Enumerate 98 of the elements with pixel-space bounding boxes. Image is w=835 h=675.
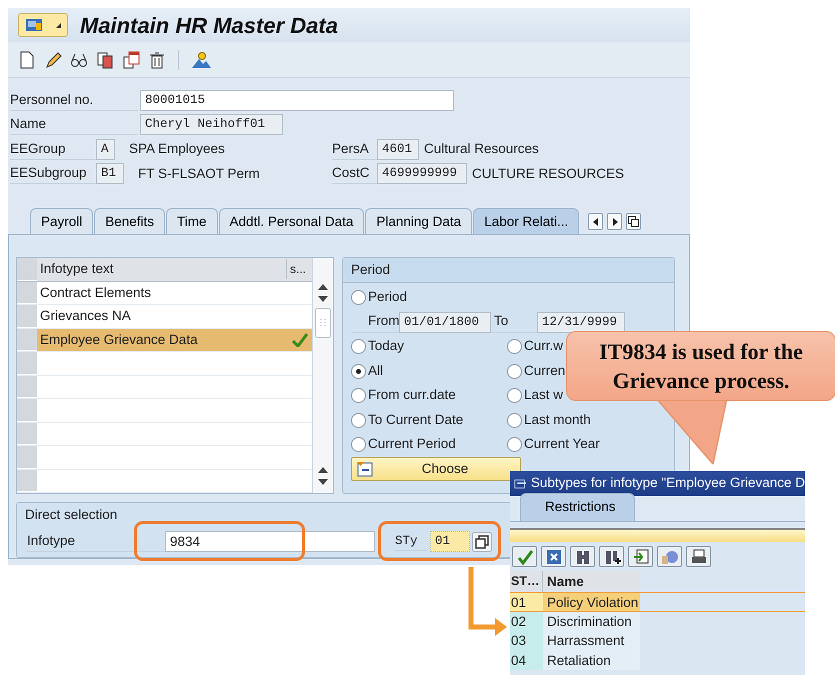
confirm-icon [516, 548, 534, 566]
menu-button[interactable] [18, 13, 68, 37]
dropdown-icon [54, 22, 62, 28]
tab[interactable]: Restrictions [520, 492, 635, 521]
calendar-icon[interactable] [122, 50, 140, 68]
field-text: FT S-FLSAOT Perm [137, 164, 261, 183]
input-field[interactable]: 01 [430, 531, 470, 552]
output-field: A [96, 138, 115, 160]
column-header[interactable]: Name [543, 571, 640, 592]
radio-button[interactable] [351, 339, 366, 354]
table-cell: 03 [510, 631, 543, 650]
output-field: Cheryl Neihoff01 [140, 114, 283, 136]
radio-label[interactable]: From curr.date [368, 385, 456, 406]
windows-icon [628, 216, 640, 227]
trash-icon[interactable] [148, 50, 166, 68]
tab[interactable]: Addtl. Personal Data [218, 208, 364, 234]
radio-button[interactable] [507, 388, 522, 403]
tab[interactable]: Planning Data [365, 208, 472, 234]
radio-label[interactable]: Current Year [524, 434, 600, 455]
copy-icon[interactable] [96, 50, 114, 68]
import-icon [632, 548, 650, 566]
scroll-up-icon[interactable] [318, 467, 328, 473]
input-field[interactable]: 9834 [165, 531, 375, 552]
window-icon [514, 476, 527, 490]
right-arrow-icon [612, 218, 618, 226]
pencil-icon[interactable] [44, 50, 62, 68]
radio-button[interactable] [351, 412, 366, 428]
tab[interactable]: Payroll [30, 208, 94, 234]
scroll-down-icon[interactable] [318, 296, 328, 302]
import-button[interactable] [628, 546, 653, 567]
date-field[interactable]: 01/01/1800 [399, 312, 491, 332]
table-cell: Discrimination [543, 612, 640, 631]
dialog-title: Subtypes for infotype "Employee Grievance D [530, 474, 805, 492]
radio-button[interactable] [507, 364, 522, 378]
column-header[interactable]: ST… [510, 571, 543, 592]
callout: IT9834 is used for the Grievance process. [566, 331, 835, 401]
scroll-up-icon[interactable] [318, 284, 328, 290]
left-arrow-icon [592, 218, 599, 226]
tab-list-button[interactable] [626, 213, 642, 230]
screen-icon [24, 17, 44, 33]
table-cell[interactable]: Grievances NA [37, 305, 287, 328]
table-cell[interactable]: Contract Elements [37, 282, 287, 304]
print-icon [690, 548, 708, 566]
field-label: Personnel no. [10, 90, 138, 111]
radio-label[interactable]: Period [368, 287, 408, 308]
table-cell: Harrassment [543, 631, 640, 650]
radio-button[interactable] [351, 388, 366, 403]
output-field: B1 [96, 163, 124, 184]
table-cell: Retaliation [543, 650, 640, 670]
field-text: CULTURE RESOURCES [471, 164, 624, 183]
new-document-icon[interactable] [18, 50, 36, 68]
radio-button[interactable] [351, 290, 366, 305]
output-field: 4601 [377, 138, 419, 160]
scroll-right-button[interactable] [607, 213, 622, 230]
radio-label[interactable]: Current Period [368, 434, 456, 455]
cancel-button[interactable] [541, 546, 566, 567]
binoculars-button[interactable] [570, 546, 595, 567]
scroll-thumb[interactable] [315, 308, 331, 338]
field-text: SPA Employees [128, 140, 226, 158]
field-text: Cultural Resources [423, 140, 539, 158]
column-header[interactable]: Infotype text [37, 259, 287, 280]
field-label: STy [395, 532, 427, 552]
filter-list-icon [356, 460, 374, 477]
radio-button[interactable] [351, 364, 366, 378]
radio-label[interactable]: Curren [524, 360, 566, 382]
radio-label[interactable]: All [368, 360, 384, 382]
radio-label[interactable]: Last w [524, 385, 564, 406]
tab[interactable]: Labor Relati... [473, 208, 580, 234]
tab[interactable]: Time [166, 208, 218, 234]
confirm-button[interactable] [512, 546, 537, 567]
field-label: Name [10, 114, 138, 136]
date-field[interactable]: 12/31/9999 [537, 312, 625, 332]
radio-button[interactable] [507, 412, 522, 428]
possible-entries-button[interactable] [472, 532, 492, 552]
radio-button[interactable] [351, 437, 366, 452]
radio-label[interactable]: Today [368, 336, 404, 357]
column-header[interactable]: s... [287, 260, 312, 278]
radio-label[interactable]: To Current Date [368, 410, 464, 430]
radio-label[interactable]: Last month [524, 410, 591, 430]
table-cell: 01 [510, 593, 543, 610]
binoculars-plus-button[interactable] [599, 546, 624, 567]
cancel-icon [544, 548, 562, 566]
window-title: Maintain HR Master Data [80, 12, 338, 40]
table-cell: 02 [510, 612, 543, 631]
output-field: 4699999999 [377, 163, 467, 184]
table-cell: Policy Violation [543, 593, 640, 610]
group-title: Period [343, 258, 674, 284]
radio-button[interactable] [507, 437, 522, 452]
scroll-down-icon[interactable] [318, 479, 328, 485]
scroll-left-button[interactable] [588, 213, 604, 230]
input-field[interactable]: 80001015 [140, 90, 454, 111]
table-cell[interactable]: Employee Grievance Data [37, 328, 287, 351]
table-cell: 04 [510, 650, 543, 670]
radio-label[interactable]: Curr.w [524, 336, 564, 357]
radio-button[interactable] [507, 339, 522, 354]
print-button[interactable] [686, 546, 711, 567]
choose-button[interactable]: Choose [351, 456, 521, 481]
tab[interactable]: Benefits [94, 208, 166, 234]
